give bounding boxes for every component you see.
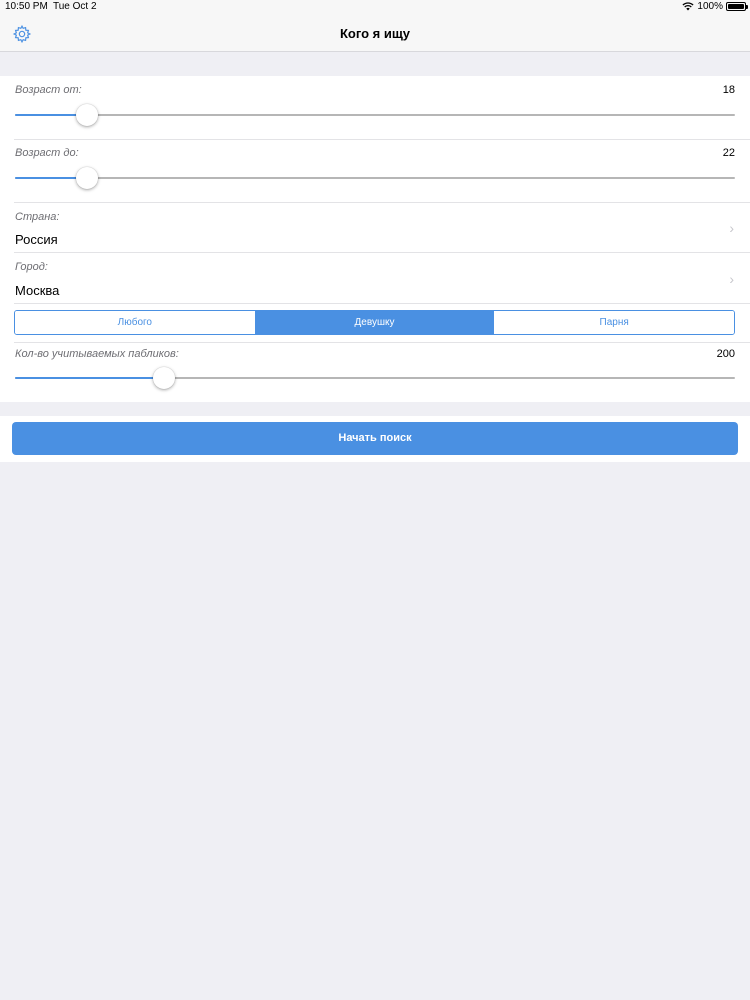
publics-count-value: 200 <box>716 348 735 360</box>
wifi-icon <box>682 2 694 11</box>
separator <box>14 303 750 304</box>
segment-guy[interactable]: Парня <box>494 311 734 334</box>
separator <box>14 139 750 140</box>
city-value: Москва <box>15 283 60 298</box>
age-to-slider[interactable] <box>15 166 735 190</box>
age-to-label: Возраст до: <box>15 147 79 159</box>
publics-count-label: Кол-во учитываемых пабликов: <box>15 348 179 360</box>
age-from-slider[interactable] <box>15 103 735 127</box>
status-bar: 10:50 PM Tue Oct 2 100% <box>0 0 750 14</box>
slider-thumb[interactable] <box>76 167 98 189</box>
city-row[interactable]: Город: Москва › <box>0 253 750 303</box>
chevron-right-icon: › <box>729 220 734 236</box>
nav-bar: Кого я ищу <box>0 14 750 52</box>
segment-any[interactable]: Любого <box>15 311 255 334</box>
start-button-container: Начать поиск <box>0 416 750 462</box>
country-label: Страна: <box>15 211 60 223</box>
age-from-value: 18 <box>722 84 735 96</box>
gender-segmented-control: Любого Девушку Парня <box>14 310 735 335</box>
slider-thumb[interactable] <box>76 104 98 126</box>
status-right: 100% <box>682 1 748 12</box>
battery-percent: 100% <box>697 1 723 12</box>
city-label: Город: <box>15 261 48 273</box>
chevron-right-icon: › <box>729 271 734 287</box>
battery-icon <box>726 2 748 11</box>
segment-girl[interactable]: Девушку <box>254 311 495 334</box>
slider-thumb[interactable] <box>153 367 176 389</box>
status-time: 10:50 PM <box>5 1 48 12</box>
start-search-button[interactable]: Начать поиск <box>12 422 738 455</box>
search-form: Возраст от: 18 Возраст до: 22 Страна: Ро… <box>0 76 750 402</box>
page-title: Кого я ищу <box>339 26 411 41</box>
separator <box>14 342 750 343</box>
age-to-value: 22 <box>722 147 735 159</box>
age-from-label: Возраст от: <box>15 84 82 96</box>
country-row[interactable]: Страна: Россия › <box>0 203 750 252</box>
country-value: Россия <box>15 232 58 247</box>
status-date: Tue Oct 2 <box>53 1 97 12</box>
publics-count-slider[interactable] <box>15 366 735 390</box>
